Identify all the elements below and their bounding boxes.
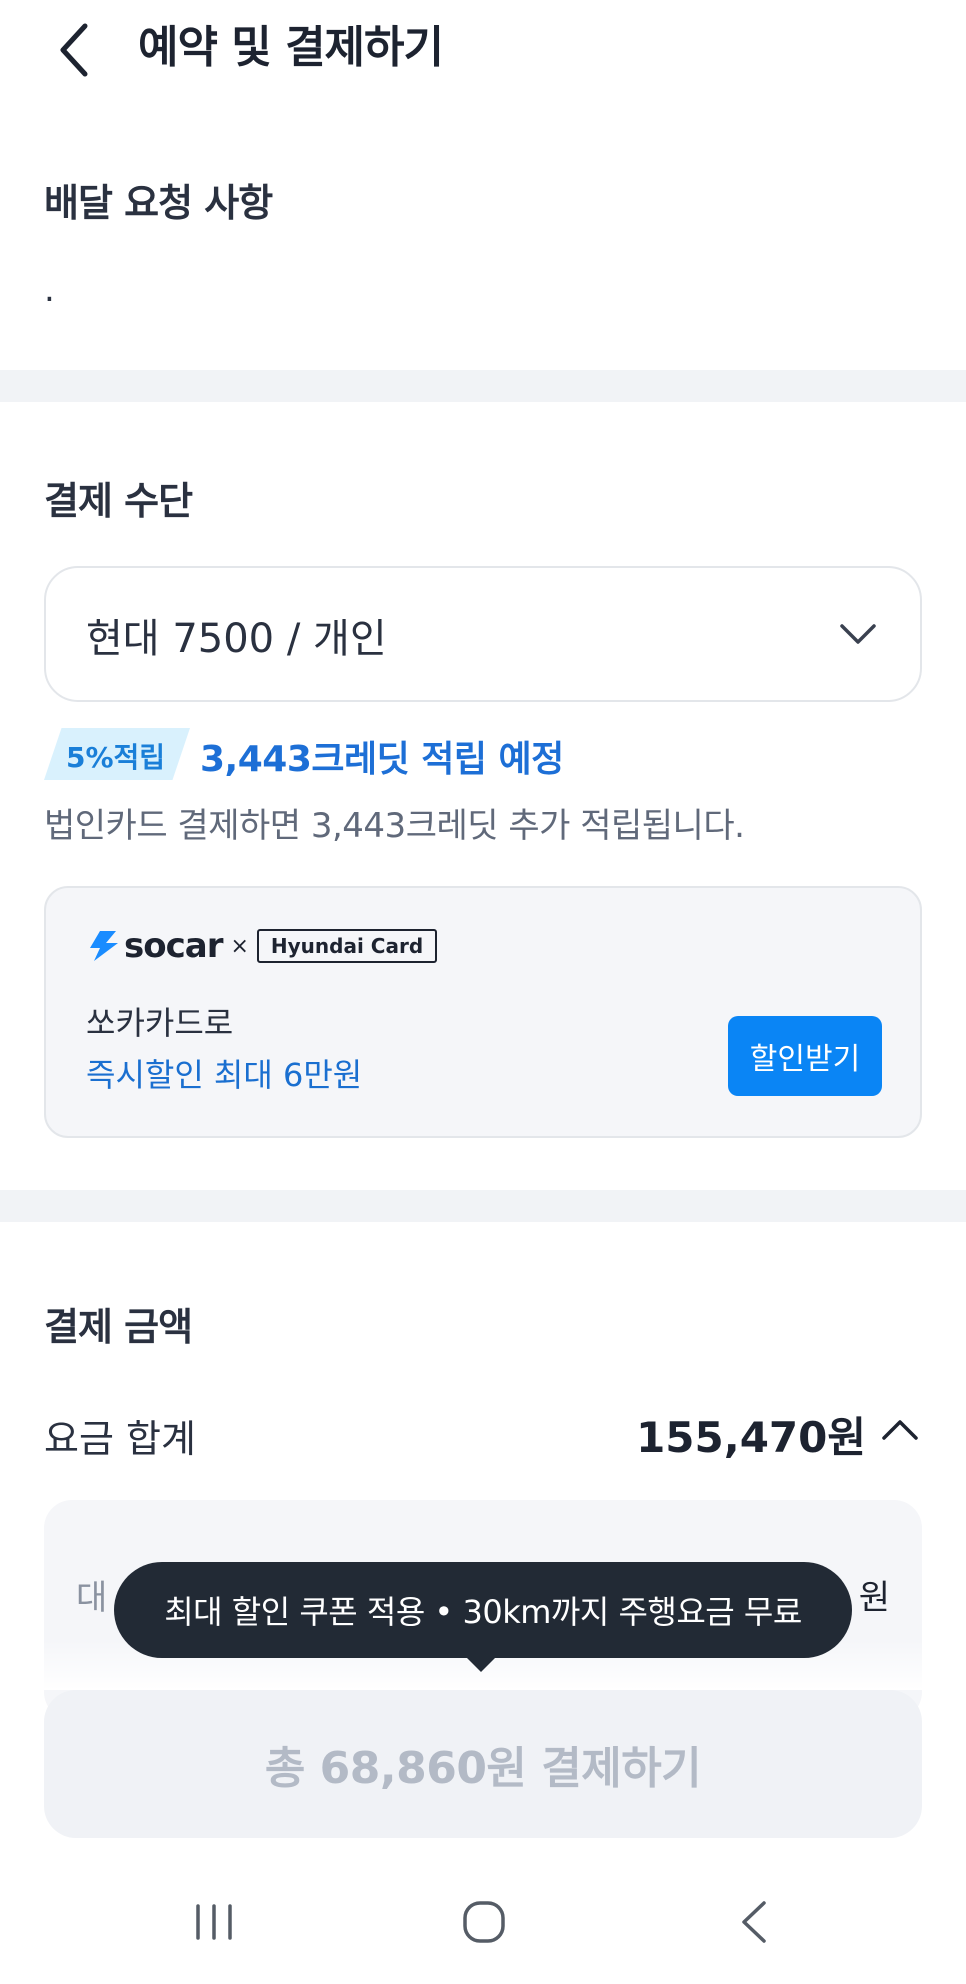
chevron-up-icon[interactable] [880,1414,920,1444]
promo-line2: 즉시할인 최대 6만원 [86,1056,363,1094]
payment-method-title: 결제 수단 [44,479,193,523]
payment-method-select[interactable]: 현대 7500 / 개인 [44,566,922,702]
fee-total-label: 요금 합계 [44,1417,196,1461]
credit-badge: 5%적립 [66,741,166,774]
back-icon [742,1901,766,1943]
payment-method-value: 현대 7500 / 개인 [86,616,387,662]
back-button[interactable] [46,16,102,84]
socar-bolt-icon [90,931,118,961]
home-icon [463,1901,505,1943]
header: 예약 및 결제하기 [0,0,966,100]
chevron-left-icon [60,23,88,77]
system-back-button[interactable] [694,1880,814,1964]
system-nav-bar [0,1880,966,1984]
delivery-section-title: 배달 요청 사항 [44,181,273,225]
socar-hyundai-logo: socar × Hyundai Card [86,926,438,966]
breakdown-label: 대 [76,1578,108,1618]
pay-button[interactable]: 총 68,860원 결제하기 [44,1690,922,1838]
tooltip-tail [463,1654,499,1672]
recent-apps-icon [196,1904,232,1940]
delivery-request-value: . [44,270,55,310]
page-title: 예약 및 결제하기 [138,22,444,73]
chevron-down-icon [840,624,876,644]
recent-apps-button[interactable] [154,1880,274,1964]
socar-wordmark: socar [124,926,223,966]
breakdown-value: 원 [858,1578,890,1618]
credit-earn-text: 3,443크레딧 적립 예정 [200,739,564,780]
get-discount-button[interactable]: 할인받기 [728,1016,882,1096]
coupon-tooltip: 최대 할인 쿠폰 적용 • 30km까지 주행요금 무료 [114,1562,852,1658]
card-promo-banner: socar × Hyundai Card 쏘카카드로 즉시할인 최대 6만원 할… [44,886,922,1138]
section-divider [0,1190,966,1222]
reservation-payment-screen: 예약 및 결제하기 배달 요청 사항 . 결제 수단 현대 7500 / 개인 … [0,0,966,1984]
payment-amount-title: 결제 금액 [44,1305,193,1349]
times-sign: × [230,933,249,959]
corporate-card-note: 법인카드 결제하면 3,443크레딧 추가 적립됩니다. [44,806,745,846]
hyundai-card-logo: Hyundai Card [256,929,438,963]
section-divider [0,370,966,402]
home-button[interactable] [424,1880,544,1964]
fee-total-value: 155,470원 [636,1413,866,1462]
promo-line1: 쏘카카드로 [86,1004,234,1042]
